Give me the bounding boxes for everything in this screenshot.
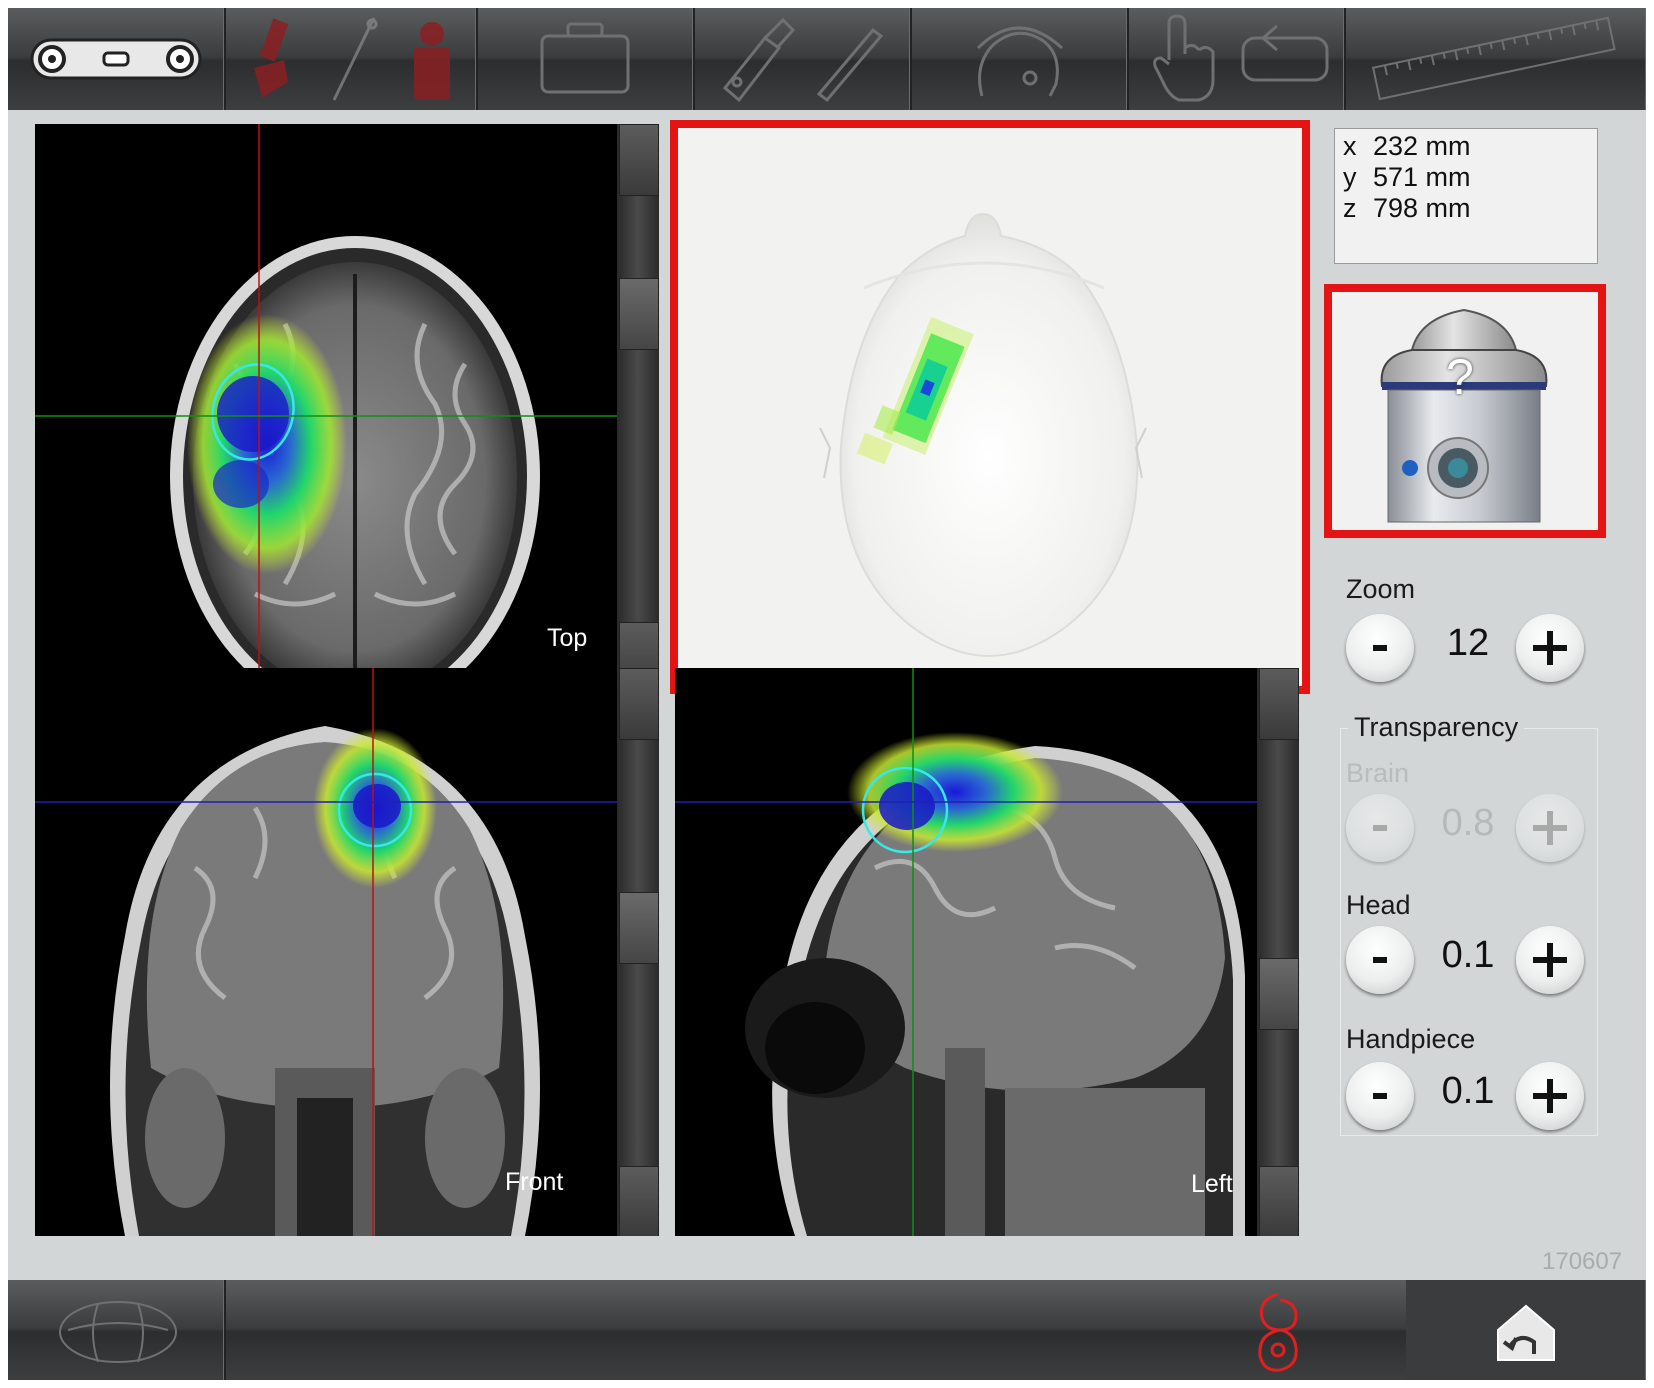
coord-row-z: z 798 mm xyxy=(1343,193,1471,224)
coordinates-readout: x 232 mm y 571 mm z 798 mm xyxy=(1334,128,1598,264)
zoom-decrease-button[interactable] xyxy=(1346,614,1414,682)
sagittal-mri-slice xyxy=(675,668,1257,1236)
coord-value: 232 mm xyxy=(1373,131,1471,161)
coord-value: 571 mm xyxy=(1373,162,1471,192)
scroll-up-cap[interactable] xyxy=(619,668,659,740)
probe-pen-icon[interactable] xyxy=(799,8,899,110)
left-view[interactable]: Left xyxy=(675,668,1299,1236)
handpiece-icon xyxy=(1380,308,1548,523)
handpiece-decrease-button[interactable] xyxy=(1346,1062,1414,1130)
handpiece-status[interactable]: ? xyxy=(1324,284,1606,538)
handpiece-label: Handpiece xyxy=(1346,1024,1476,1054)
camera-button[interactable] xyxy=(8,8,226,110)
ruler-icon xyxy=(1371,16,1616,101)
undo-arrow-icon[interactable] xyxy=(1233,8,1333,110)
brush-icon[interactable] xyxy=(236,8,316,110)
brain-value: 0.8 xyxy=(1441,802,1495,844)
minus-icon xyxy=(1373,1093,1387,1099)
tool-group-1 xyxy=(226,8,478,110)
front-view-slice-scrollbar[interactable] xyxy=(617,668,659,1236)
top-view-slice-scrollbar[interactable] xyxy=(617,124,659,692)
ruler-button[interactable] xyxy=(1346,8,1646,110)
handpiece-value: 0.1 xyxy=(1441,1070,1495,1112)
zoom-increase-button[interactable] xyxy=(1516,614,1584,682)
head-decrease-button[interactable] xyxy=(1346,926,1414,994)
minus-icon xyxy=(1373,825,1387,831)
briefcase-icon xyxy=(540,22,630,94)
coord-row-y: y 571 mm xyxy=(1343,162,1471,193)
coord-axis-label: x xyxy=(1343,131,1357,161)
scroll-up-cap[interactable] xyxy=(1259,668,1299,740)
brain-decrease-button[interactable] xyxy=(1346,794,1414,862)
scroll-down-cap[interactable] xyxy=(1259,1166,1299,1236)
home-back-button[interactable] xyxy=(1406,1280,1646,1380)
scroll-thumb[interactable] xyxy=(1259,958,1299,1030)
zoom-label: Zoom xyxy=(1346,574,1416,604)
handpiece-unknown-glyph: ? xyxy=(1446,349,1474,405)
left-view-slice-scrollbar[interactable] xyxy=(1257,668,1299,1236)
plus-icon xyxy=(1533,631,1567,665)
brain-label: Brain xyxy=(1346,758,1410,788)
head-label: Head xyxy=(1346,890,1411,920)
briefcase-button[interactable] xyxy=(478,8,695,110)
head-increase-button[interactable] xyxy=(1516,926,1584,994)
left-view-label: Left xyxy=(1191,1170,1233,1198)
person-icon[interactable] xyxy=(392,8,472,110)
tool-group-3 xyxy=(1129,8,1346,110)
bottom-toolbar xyxy=(8,1280,1646,1380)
version-number: 170607 xyxy=(1542,1248,1623,1275)
top-view[interactable]: Top xyxy=(35,124,659,692)
coil-figure-eight-icon xyxy=(1258,1292,1298,1372)
front-view-label: Front xyxy=(505,1168,564,1196)
tool-group-2 xyxy=(695,8,912,110)
handpiece-increase-button[interactable] xyxy=(1516,1062,1584,1130)
coord-axis-label: y xyxy=(1343,162,1357,192)
top-toolbar xyxy=(8,8,1646,110)
plus-icon xyxy=(1533,943,1567,977)
front-view[interactable]: Front xyxy=(35,668,659,1236)
pointer-pen-icon[interactable] xyxy=(316,8,396,110)
scroll-down-cap[interactable] xyxy=(619,1166,659,1236)
transparency-title: Transparency xyxy=(1348,712,1525,743)
head-value: 0.1 xyxy=(1441,934,1495,976)
head-3d-view[interactable]: 800 xyxy=(670,120,1310,694)
plus-icon xyxy=(1533,1079,1567,1113)
touch-hand-icon[interactable] xyxy=(1139,8,1239,110)
head-angle-icon xyxy=(976,26,1064,97)
top-view-label: Top xyxy=(547,624,588,652)
head-angle-button[interactable] xyxy=(912,8,1129,110)
coord-row-x: x 232 mm xyxy=(1343,131,1471,162)
scroll-thumb[interactable] xyxy=(619,278,659,350)
scroll-thumb[interactable] xyxy=(619,892,659,964)
brain-increase-button[interactable] xyxy=(1516,794,1584,862)
coord-value: 798 mm xyxy=(1373,193,1471,223)
plus-icon xyxy=(1533,811,1567,845)
head-3d-model xyxy=(819,212,1147,658)
stereo-camera-icon xyxy=(30,38,202,80)
app-window: Top 800 xyxy=(8,8,1646,1380)
flashlight-icon[interactable] xyxy=(705,8,805,110)
coronal-mri-slice xyxy=(35,668,617,1236)
coil-button[interactable] xyxy=(1236,1280,1406,1380)
minus-icon xyxy=(1373,645,1387,651)
zoom-value: 12 xyxy=(1446,622,1490,664)
home-back-icon xyxy=(1497,1304,1555,1361)
coord-axis-label: z xyxy=(1343,193,1357,223)
minus-icon xyxy=(1373,957,1387,963)
bottom-spacer xyxy=(226,1280,1236,1380)
axial-mri-slice xyxy=(35,124,617,692)
scroll-up-cap[interactable] xyxy=(619,124,659,196)
brain-view-button[interactable] xyxy=(8,1280,226,1380)
brain-outline-icon xyxy=(59,1301,177,1363)
